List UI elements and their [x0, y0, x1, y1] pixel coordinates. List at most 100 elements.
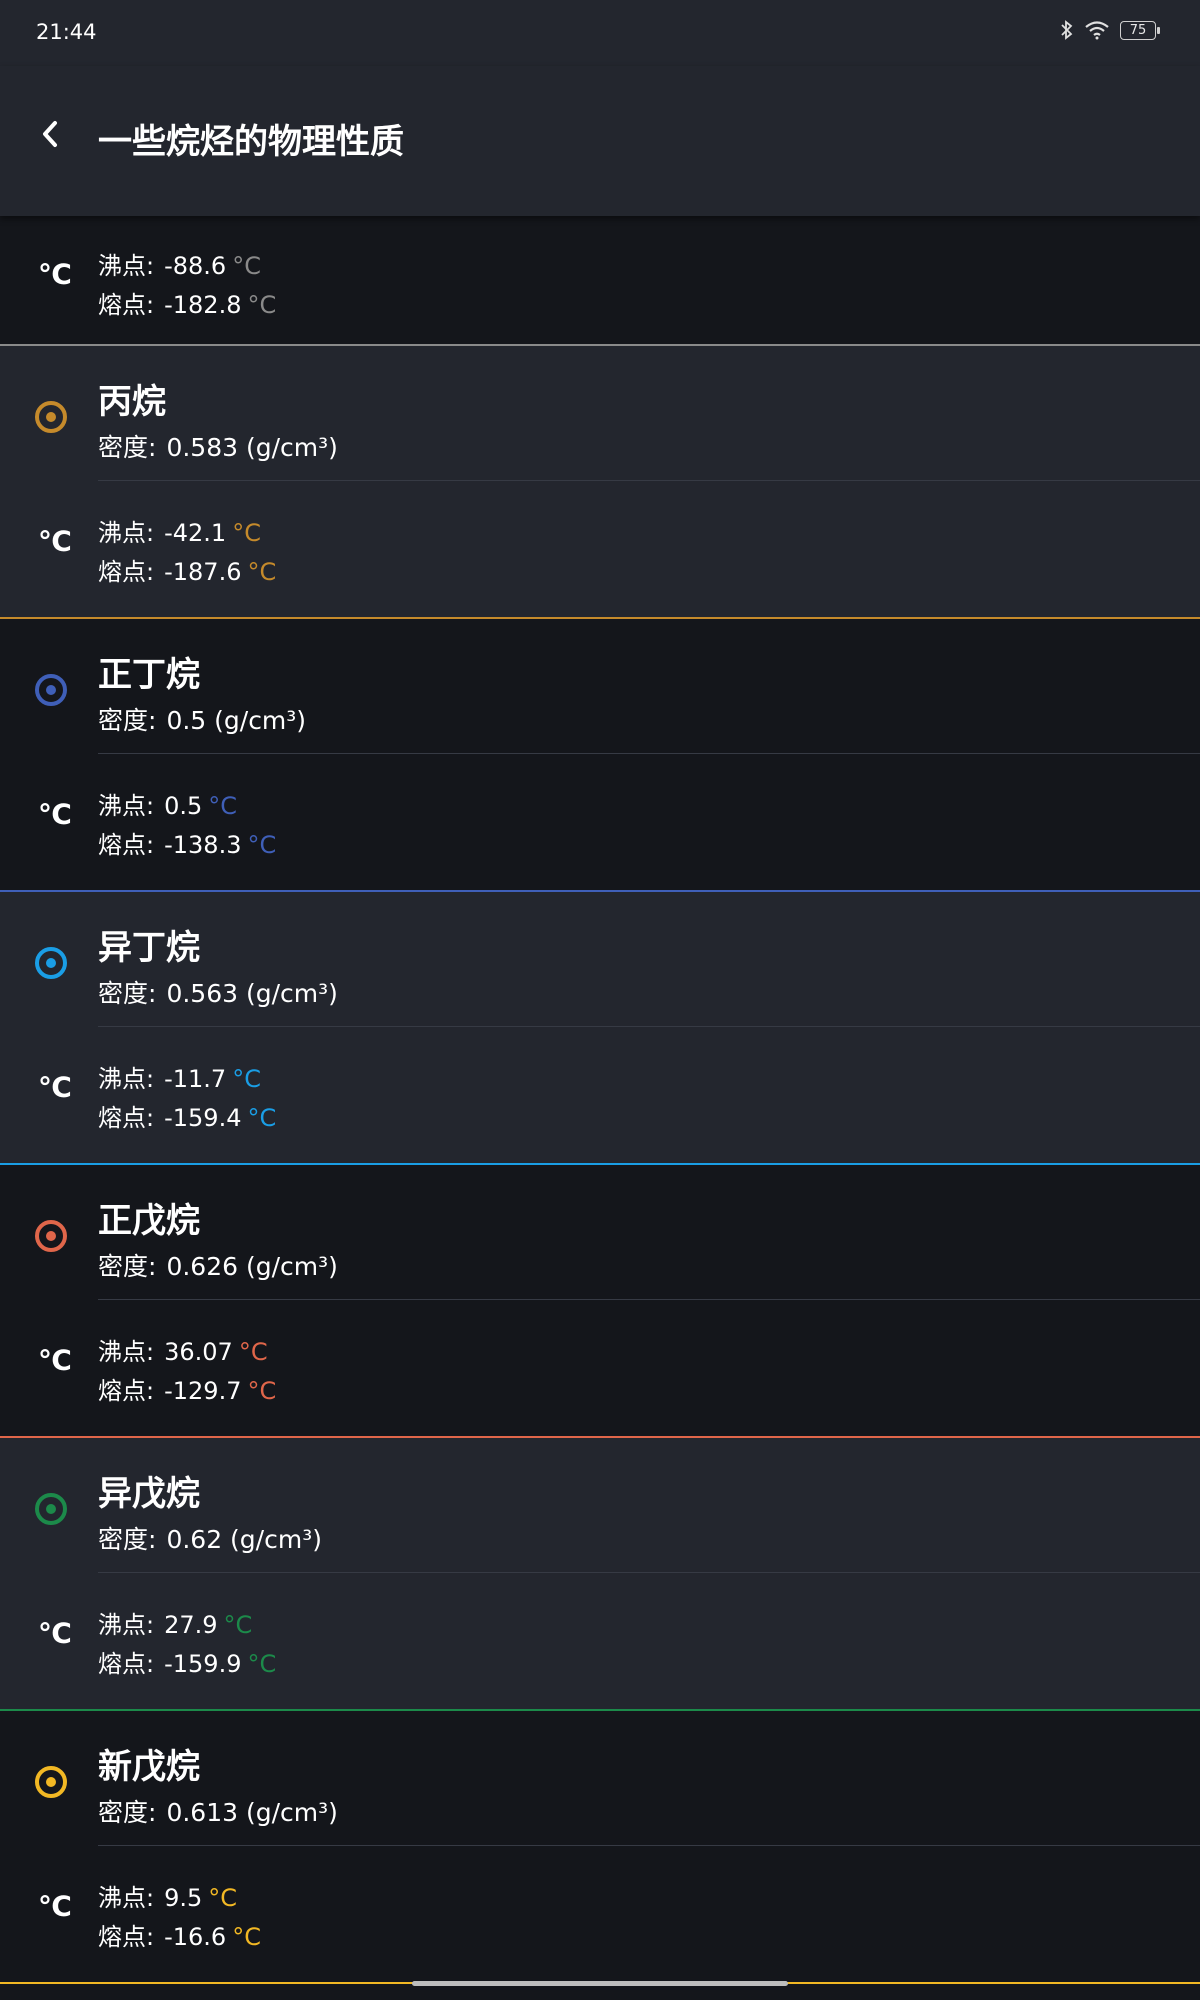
- wifi-icon: [1085, 21, 1109, 40]
- melting-value: -187.6: [164, 558, 242, 586]
- boiling-point: 沸点: -88.6 °C: [98, 246, 261, 281]
- degree-icon: ℃: [38, 258, 72, 291]
- melting-unit: °C: [232, 1923, 261, 1951]
- radio-ring-icon: [35, 401, 67, 433]
- item-temperatures: ℃ 沸点: 36.07 °C 熔点: -129.7 °C: [0, 1300, 1200, 1436]
- boiling-label: 沸点:: [98, 1065, 155, 1093]
- boiling-point: 沸点: 36.07 °C: [98, 1332, 268, 1367]
- list-item[interactable]: 正丁烷 密度: 0.5 (g/cm³) ℃ 沸点: 0.5 °C 熔点: -138.3 °C: [0, 619, 1200, 890]
- boiling-label: 沸点:: [98, 519, 155, 547]
- boiling-label: 沸点:: [98, 252, 155, 280]
- radio-ring-icon: [35, 1220, 67, 1252]
- battery-icon: 75: [1120, 20, 1160, 40]
- boiling-point: 沸点: -42.1 °C: [98, 513, 261, 548]
- item-temperatures: ℃ 沸点: -11.7 °C 熔点: -159.4 °C: [0, 1027, 1200, 1163]
- density-value: 0.613 (g/cm³): [166, 1798, 338, 1827]
- melting-point: 熔点: -138.3 °C: [98, 825, 276, 860]
- melting-value: -16.6: [164, 1923, 227, 1951]
- density: 密度: 0.5 (g/cm³): [98, 701, 306, 737]
- density-value: 0.62 (g/cm³): [166, 1525, 322, 1554]
- degree-icon: ℃: [38, 1890, 72, 1923]
- melting-label: 熔点:: [98, 558, 155, 586]
- list-item[interactable]: 异戊烷 密度: 0.62 (g/cm³) ℃ 沸点: 27.9 °C 熔点: -159.9 °C: [0, 1438, 1200, 1709]
- melting-point: 熔点: -159.4 °C: [98, 1098, 276, 1133]
- boiling-point: 沸点: 0.5 °C: [98, 786, 237, 821]
- boiling-value: 27.9: [164, 1611, 218, 1639]
- density-label: 密度:: [98, 979, 157, 1008]
- boiling-unit: °C: [208, 1884, 238, 1912]
- melting-value: -138.3: [164, 831, 242, 859]
- boiling-unit: °C: [232, 519, 261, 547]
- boiling-point: 沸点: 9.5 °C: [98, 1878, 237, 1913]
- melting-unit: °C: [247, 291, 277, 319]
- melting-point: 熔点: -187.6 °C: [98, 552, 276, 587]
- degree-icon: ℃: [38, 1071, 72, 1104]
- density-value: 0.563 (g/cm³): [166, 979, 338, 1008]
- list-item[interactable]: 正戊烷 密度: 0.626 (g/cm³) ℃ 沸点: 36.07 °C 熔点: -129.7 °…: [0, 1165, 1200, 1436]
- melting-label: 熔点:: [98, 831, 155, 859]
- radio-ring-icon: [35, 947, 67, 979]
- melting-label: 熔点:: [98, 1377, 155, 1405]
- melting-point: 熔点: -182.8 °C: [98, 285, 276, 320]
- boiling-label: 沸点:: [98, 1611, 155, 1639]
- item-temperatures: ℃ 沸点: -42.1 °C 熔点: -187.6 °C: [0, 481, 1200, 617]
- melting-point: 熔点: -16.6 °C: [98, 1917, 261, 1952]
- app-bar: 一些烷烃的物理性质: [0, 66, 1200, 216]
- alkane-name: 新戊烷: [98, 1747, 200, 1787]
- density-value: 0.626 (g/cm³): [166, 1252, 338, 1281]
- alkane-name: 丙烷: [98, 382, 166, 422]
- boiling-unit: °C: [208, 792, 238, 820]
- status-icons: 75: [1060, 20, 1160, 40]
- item-header: 异丁烷密度: 0.563 (g/cm³): [0, 892, 1200, 1026]
- status-bar: 21:44 75: [0, 0, 1200, 66]
- degree-icon: ℃: [38, 1344, 72, 1377]
- alkane-list: ℃ 沸点: -88.6 °C 熔点: -182.8 °C 丙烷 密度: 0.583 (g/c…: [0, 216, 1200, 1984]
- list-item[interactable]: ℃ 沸点: -88.6 °C 熔点: -182.8 °C: [0, 216, 1200, 344]
- alkane-name: 正戊烷: [98, 1201, 200, 1241]
- melting-unit: °C: [247, 1650, 277, 1678]
- melting-label: 熔点:: [98, 1104, 155, 1132]
- density: 密度: 0.583 (g/cm³): [98, 428, 338, 464]
- boiling-point: 沸点: 27.9 °C: [98, 1605, 252, 1640]
- melting-unit: °C: [247, 558, 277, 586]
- melting-value: -182.8: [164, 291, 242, 319]
- radio-ring-icon: [35, 1766, 67, 1798]
- item-header: 正丁烷 密度: 0.5 (g/cm³): [0, 619, 1200, 753]
- back-button[interactable]: [28, 112, 72, 156]
- page-title: 一些烷烃的物理性质: [98, 122, 404, 162]
- boiling-label: 沸点:: [98, 792, 155, 820]
- melting-unit: °C: [247, 1377, 277, 1405]
- item-temperatures: ℃ 沸点: 9.5 °C 熔点: -16.6 °C: [0, 1846, 1200, 1982]
- bluetooth-icon: [1061, 20, 1073, 40]
- density-label: 密度:: [98, 433, 157, 462]
- density: 密度: 0.62 (g/cm³): [98, 1520, 322, 1556]
- list-item[interactable]: 丙烷 密度: 0.583 (g/cm³) ℃ 沸点: -42.1 °C 熔点: -187.6 °C: [0, 346, 1200, 617]
- melting-label: 熔点:: [98, 1650, 155, 1678]
- density-value: 0.5 (g/cm³): [166, 706, 307, 735]
- item-header: 异戊烷密度: 0.62 (g/cm³): [0, 1438, 1200, 1572]
- melting-unit: °C: [247, 1104, 277, 1132]
- density-label: 密度:: [98, 1525, 157, 1554]
- radio-ring-icon: [35, 674, 67, 706]
- degree-icon: ℃: [38, 798, 72, 831]
- list-item[interactable]: 异丁烷密度: 0.563 (g/cm³) ℃ 沸点: -11.7 °C 熔点: -159.4 °…: [0, 892, 1200, 1163]
- density: 密度: 0.613 (g/cm³): [98, 1793, 338, 1829]
- boiling-label: 沸点:: [98, 1884, 155, 1912]
- degree-icon: ℃: [38, 525, 72, 558]
- boiling-point: 沸点: -11.7 °C: [98, 1059, 261, 1094]
- density-label: 密度:: [98, 1252, 157, 1281]
- melting-point: 熔点: -159.9 °C: [98, 1644, 276, 1679]
- density-label: 密度:: [98, 1798, 157, 1827]
- alkane-name: 异丁烷: [98, 928, 200, 968]
- boiling-unit: °C: [232, 252, 261, 280]
- item-header: 正戊烷密度: 0.626 (g/cm³): [0, 1165, 1200, 1299]
- boiling-value: 0.5: [164, 792, 203, 820]
- list-item[interactable]: 新戊烷 密度: 0.613 (g/cm³) ℃ 沸点: 9.5 °C 熔点: -16.6 °C: [0, 1711, 1200, 1982]
- alkane-name: 异戊烷: [98, 1474, 200, 1514]
- density-value: 0.583 (g/cm³): [166, 433, 338, 462]
- item-header: 新戊烷密度: 0.613 (g/cm³): [0, 1711, 1200, 1845]
- melting-unit: °C: [247, 831, 277, 859]
- melting-label: 熔点:: [98, 1923, 155, 1951]
- home-indicator[interactable]: [412, 1981, 788, 1986]
- status-time: 21:44: [36, 20, 97, 44]
